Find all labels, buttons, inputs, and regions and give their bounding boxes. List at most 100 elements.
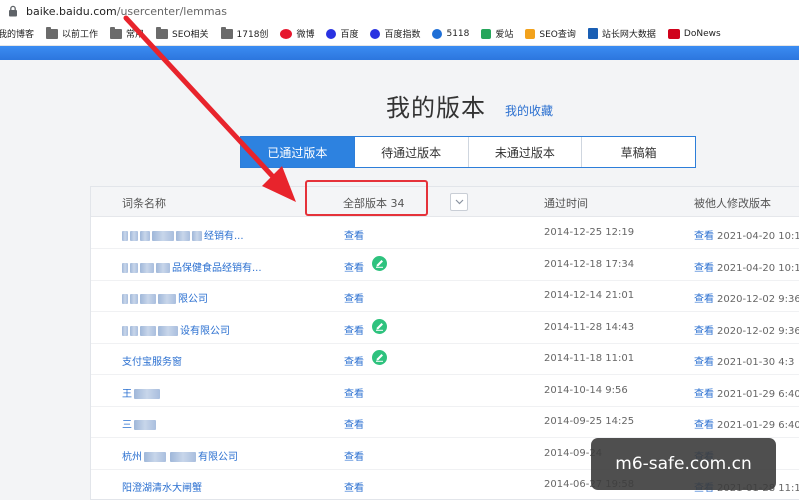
view-modified-link[interactable]: 查看 bbox=[694, 389, 714, 400]
bookmark-folder-seo[interactable]: SEO相关 bbox=[156, 26, 209, 40]
pass-time: 2014-12-14 21:01 bbox=[544, 290, 635, 301]
header-pass-time: 通过时间 bbox=[544, 197, 588, 210]
entry-name-link[interactable]: 杭州 有限公司 bbox=[122, 448, 238, 463]
address-bar[interactable]: baike.baidu.com/usercenter/lemmas bbox=[0, 0, 799, 22]
view-modified-link[interactable]: 查看 bbox=[694, 326, 714, 337]
tab-rejected[interactable]: 未通过版本 bbox=[469, 137, 583, 167]
view-version-link[interactable]: 查看 bbox=[344, 385, 364, 400]
modified-date: 2021-01-29 6:40 bbox=[717, 420, 799, 431]
view-modified-link[interactable]: 查看 bbox=[694, 231, 714, 242]
redacted-text bbox=[140, 325, 156, 336]
redacted-text bbox=[192, 231, 202, 241]
view-version-link[interactable]: 查看 bbox=[344, 259, 364, 274]
site-header-strip bbox=[0, 46, 799, 60]
edit-pencil-icon[interactable] bbox=[372, 350, 387, 365]
bookmark-folder-old-work[interactable]: 以前工作 bbox=[46, 26, 98, 40]
bookmark-folder-common[interactable]: 常用 bbox=[110, 26, 144, 40]
my-favorites-link[interactable]: 我的收藏 bbox=[505, 102, 553, 119]
table-row: 限公司 查看 2014-12-14 21:01 查看 2020-12-02 9:36 bbox=[91, 281, 799, 312]
redacted-text bbox=[170, 451, 196, 462]
view-version-link[interactable]: 查看 bbox=[344, 479, 364, 494]
entry-name-link[interactable]: 王 bbox=[122, 385, 162, 400]
redacted-text bbox=[152, 231, 174, 241]
entry-name-link[interactable]: 经销有... bbox=[122, 227, 244, 242]
redacted-text bbox=[158, 294, 176, 304]
redacted-text bbox=[156, 262, 170, 273]
5118-icon bbox=[432, 28, 443, 39]
modified-date: 2020-12-02 9:36 bbox=[717, 294, 799, 305]
folder-icon bbox=[46, 26, 59, 39]
bookmark-baidu[interactable]: 百度 bbox=[326, 27, 358, 40]
view-version-link[interactable]: 查看 bbox=[344, 353, 364, 368]
view-version-link[interactable]: 查看 bbox=[344, 448, 364, 463]
folder-icon bbox=[156, 26, 169, 39]
redacted-text bbox=[122, 325, 128, 336]
bookmark-donews[interactable]: DoNews bbox=[667, 28, 721, 39]
view-version-link[interactable]: 查看 bbox=[344, 227, 364, 242]
chevron-down-icon bbox=[455, 199, 463, 205]
folder-icon bbox=[110, 26, 123, 39]
redacted-text bbox=[134, 388, 160, 399]
aizhan-icon bbox=[481, 28, 492, 39]
entry-name-link[interactable]: 限公司 bbox=[122, 290, 208, 305]
redacted-text bbox=[176, 231, 190, 241]
baidu-paw-icon bbox=[326, 28, 337, 39]
view-modified-link[interactable]: 查看 bbox=[694, 294, 714, 305]
seo-query-icon bbox=[525, 28, 536, 39]
versions-dropdown-button[interactable] bbox=[450, 193, 468, 211]
donews-icon bbox=[667, 28, 680, 39]
tab-approved[interactable]: 已通过版本 bbox=[241, 137, 355, 167]
entry-name-link[interactable]: 设有限公司 bbox=[122, 322, 230, 337]
view-modified-link[interactable]: 查看 bbox=[694, 357, 714, 368]
lock-icon bbox=[9, 5, 17, 17]
bookmark-seo-query[interactable]: SEO查询 bbox=[525, 27, 576, 40]
page-title: 我的版本 bbox=[386, 94, 486, 122]
view-version-link[interactable]: 查看 bbox=[344, 290, 364, 305]
redacted-text bbox=[122, 231, 128, 241]
table-row: 经销有... 查看 2014-12-25 12:19 查看 2021-04-20 10:… bbox=[91, 218, 799, 249]
bookmark-weibo[interactable]: 微博 bbox=[280, 27, 314, 40]
tab-pending[interactable]: 待通过版本 bbox=[355, 137, 469, 167]
bookmark-aizhan[interactable]: 爱站 bbox=[481, 27, 513, 40]
bookmark-baidu-index[interactable]: 百度指数 bbox=[370, 27, 420, 40]
view-modified-link[interactable]: 查看 bbox=[694, 420, 714, 431]
entry-name-link[interactable]: 阳澄湖清水大闸蟹 bbox=[122, 479, 202, 494]
redacted-text bbox=[144, 451, 166, 462]
modified-by-others: 查看 2021-04-20 10:1 bbox=[694, 227, 799, 242]
redacted-text bbox=[122, 262, 128, 273]
modified-date: 2021-04-20 10:1 bbox=[717, 262, 799, 274]
view-version-link[interactable]: 查看 bbox=[344, 322, 364, 337]
table-header: 词条名称 全部版本 34 通过时间 被他人修改版本 bbox=[91, 180, 799, 217]
pass-time: 2014-12-25 12:19 bbox=[544, 227, 635, 238]
pass-time: 2014-09-25 14:25 bbox=[544, 416, 635, 427]
edit-pencil-icon[interactable] bbox=[372, 318, 387, 334]
modified-by-others: 查看 2021-04-20 10:1 bbox=[694, 259, 799, 274]
highlight-annotation-box bbox=[305, 180, 428, 216]
bookmark-folder-1718[interactable]: 1718创 bbox=[220, 26, 268, 40]
url-host: baike.baidu.com bbox=[26, 4, 117, 18]
redacted-text bbox=[130, 231, 138, 241]
entry-name-link[interactable]: 支付宝服务窗 bbox=[122, 353, 182, 368]
bookmark-5118[interactable]: 5118 bbox=[432, 28, 469, 39]
tab-drafts[interactable]: 草稿箱 bbox=[582, 137, 695, 167]
url-path: /usercenter/lemmas bbox=[116, 4, 228, 18]
edit-pencil-icon[interactable] bbox=[372, 255, 387, 271]
entry-name-link[interactable]: 品保健食品经销有... bbox=[122, 259, 262, 274]
modified-date: 2020-12-02 9:36 bbox=[717, 325, 799, 337]
redacted-text bbox=[130, 325, 138, 336]
pass-time: 2014-11-18 11:01 bbox=[544, 353, 635, 364]
view-version-link[interactable]: 查看 bbox=[344, 416, 364, 431]
modified-by-others: 查看 2020-12-02 9:36 bbox=[694, 322, 799, 337]
bookmark-my-blog[interactable]: 我的博客 bbox=[0, 27, 34, 40]
table-row: 支付宝服务窗 查看 2014-11-18 11:01 查看 2021-01-30 4:3 bbox=[91, 344, 799, 375]
redacted-text bbox=[140, 262, 154, 273]
entry-name-link[interactable]: 三 bbox=[122, 416, 158, 431]
chinaz-icon bbox=[587, 28, 598, 39]
redacted-text bbox=[140, 231, 150, 241]
version-tabs: 已通过版本 待通过版本 未通过版本 草稿箱 bbox=[240, 136, 696, 168]
modified-by-others: 查看 2021-01-30 4:3 bbox=[694, 353, 794, 368]
bookmark-chinaz[interactable]: 站长网大数据 bbox=[587, 27, 656, 40]
baidu-paw-icon bbox=[370, 28, 381, 39]
modified-by-others: 查看 2021-01-29 6:40 bbox=[694, 385, 799, 400]
view-modified-link[interactable]: 查看 bbox=[694, 263, 714, 274]
